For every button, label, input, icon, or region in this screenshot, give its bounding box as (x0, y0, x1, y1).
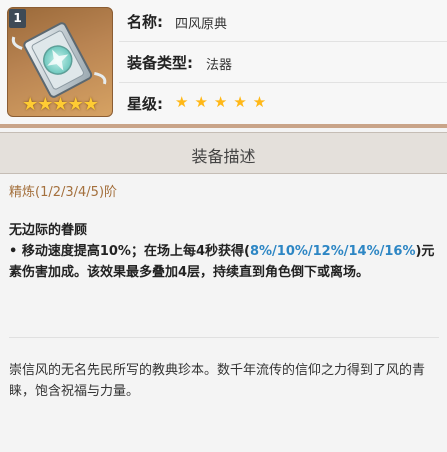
header-divider (0, 124, 447, 128)
name-label: 名称: (127, 13, 163, 31)
rank-badge: 1 (9, 9, 26, 28)
rarity-row: 星级: ★★★★★ (119, 82, 447, 123)
section-title: 装备描述 (191, 147, 256, 166)
item-header: 1 ★★★★★ 名称: 四风原典 装备类型: 法器 星级: ★★★★★ (0, 0, 447, 124)
passive-text: • 移动速度提高10%；在场上每4秒获得(8%/10%/12%/14%/16%)… (9, 241, 441, 283)
thumbnail-stars: ★★★★★ (22, 94, 99, 115)
lore-text: 崇信风的无名先民所写的教典珍本。数千年流传的信仰之力得到了风的青睐，饱含祝福与力… (9, 363, 426, 399)
passive-text-part1: • 移动速度提高10%；在场上每4秒获得( (9, 244, 250, 259)
passive-highlight-values: 8%/10%/12%/14%/16% (249, 244, 416, 259)
passive-title: 无边际的眷顾 (9, 223, 88, 238)
name-row: 名称: 四风原典 (119, 0, 447, 42)
refinement-label: 精炼(1/2/3/4/5)阶 (9, 185, 118, 200)
rarity-label: 星级: (127, 95, 163, 113)
type-label: 装备类型: (127, 54, 193, 72)
name-value: 四风原典 (175, 17, 228, 32)
type-value: 法器 (206, 58, 233, 73)
section-header: 装备描述 (0, 132, 447, 174)
item-info-table: 名称: 四风原典 装备类型: 法器 星级: ★★★★★ (119, 0, 447, 124)
rarity-stars: ★★★★★ (175, 93, 273, 111)
type-row: 装备类型: 法器 (119, 41, 447, 83)
weapon-thumbnail: 1 ★★★★★ (7, 7, 113, 117)
description-divider (9, 337, 439, 338)
passive-description: 无边际的眷顾 • 移动速度提高10%；在场上每4秒获得(8%/10%/12%/1… (9, 220, 441, 283)
